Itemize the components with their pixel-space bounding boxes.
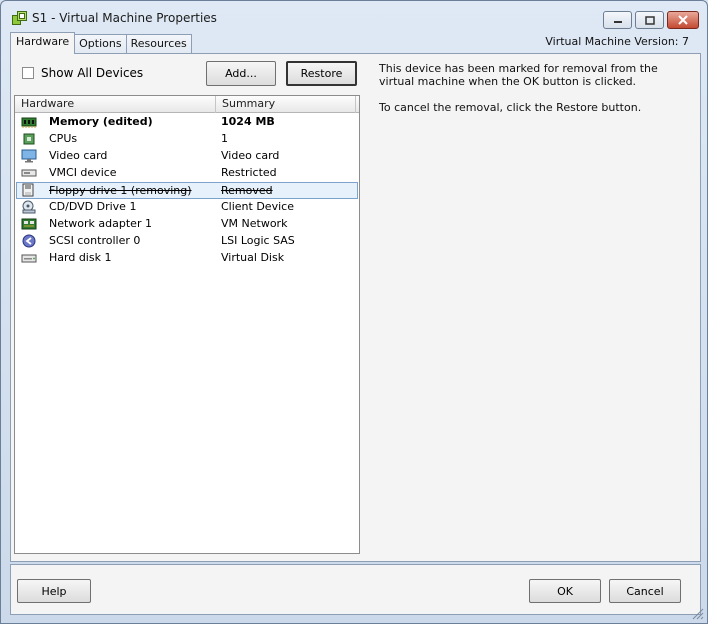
hardware-row-vmci-device[interactable]: VMCI device Restricted [16, 165, 358, 182]
show-all-devices-label[interactable]: Show All Devices [41, 66, 143, 80]
properties-window: S1 - Virtual Machine Properties Hardware… [0, 0, 708, 624]
hardware-row-hard-disk[interactable]: Hard disk 1 Virtual Disk [16, 250, 358, 267]
hardware-row-memory[interactable]: Memory (edited) 1024 MB [16, 114, 358, 131]
window-title: S1 - Virtual Machine Properties [32, 11, 217, 25]
cd-dvd-icon [22, 200, 36, 214]
floppy-drive-icon [22, 183, 34, 197]
maximize-button[interactable] [635, 11, 664, 29]
network-adapter-icon [21, 218, 37, 230]
hardware-row-cpus[interactable]: CPUs 1 [16, 131, 358, 148]
removal-notice: This device has been marked for removal … [379, 62, 658, 88]
maximize-icon [644, 15, 655, 25]
hardware-summary: Video card [221, 149, 280, 162]
scsi-controller-icon [22, 234, 36, 248]
ok-button[interactable]: OK [529, 579, 601, 603]
hardware-name: Hard disk 1 [49, 251, 112, 264]
vm-version-label: Virtual Machine Version: 7 [545, 35, 689, 48]
hardware-row-video-card[interactable]: Video card Video card [16, 148, 358, 165]
device-info-panel: This device has been marked for removal … [379, 62, 689, 127]
tab-resources[interactable]: Resources [125, 34, 192, 54]
hardware-summary: 1024 MB [221, 115, 275, 128]
hardware-name: Video card [49, 149, 108, 162]
hardware-summary: LSI Logic SAS [221, 234, 295, 247]
show-all-devices-checkbox[interactable] [22, 67, 34, 79]
hardware-name: CD/DVD Drive 1 [49, 200, 137, 213]
memory-icon [21, 117, 37, 128]
add-button[interactable]: Add... [206, 61, 276, 86]
minimize-icon [613, 21, 622, 23]
hardware-summary: Virtual Disk [221, 251, 285, 264]
hardware-summary: VM Network [221, 217, 288, 230]
hard-disk-icon [21, 254, 37, 263]
hardware-summary: Client Device [221, 200, 294, 213]
hardware-row-cd-dvd-drive[interactable]: CD/DVD Drive 1 Client Device [16, 199, 358, 216]
hardware-list[interactable]: Hardware Summary Memory (edited) 1024 MB [14, 95, 360, 554]
tab-strip: Hardware Options Resources [10, 32, 192, 54]
vm-app-icon [12, 11, 27, 25]
hardware-summary: Removed [221, 184, 273, 197]
resize-grip-icon[interactable] [690, 606, 704, 620]
vmci-device-icon [21, 169, 37, 177]
hardware-row-floppy-drive[interactable]: Floppy drive 1 (removing) Removed [16, 182, 358, 199]
hardware-name: Network adapter 1 [49, 217, 152, 230]
hardware-name: CPUs [49, 132, 78, 145]
hardware-summary: Restricted [221, 166, 277, 179]
tab-options[interactable]: Options [74, 34, 127, 54]
dialog-button-bar: Help OK Cancel [10, 564, 701, 615]
hardware-list-header: Hardware Summary [15, 96, 359, 113]
column-header-summary[interactable]: Summary [216, 96, 356, 113]
hardware-name: Floppy drive 1 (removing) [49, 184, 192, 197]
monitor-icon [21, 149, 37, 163]
column-header-hardware[interactable]: Hardware [15, 96, 216, 113]
cancel-button[interactable]: Cancel [609, 579, 681, 603]
hardware-name: VMCI device [49, 166, 117, 179]
close-icon [678, 15, 688, 25]
help-button[interactable]: Help [17, 579, 91, 603]
tab-hardware[interactable]: Hardware [10, 32, 76, 54]
hardware-name: Memory (edited) [49, 115, 153, 128]
hardware-name: SCSI controller 0 [49, 234, 141, 247]
hardware-panel: Show All Devices Add... Restore Hardware… [10, 53, 701, 562]
minimize-button[interactable] [603, 11, 632, 29]
title-bar[interactable]: S1 - Virtual Machine Properties [1, 1, 707, 33]
cpu-icon [23, 133, 35, 145]
close-button[interactable] [667, 11, 699, 29]
restore-button[interactable]: Restore [286, 61, 357, 86]
restore-hint: To cancel the removal, click the Restore… [379, 101, 642, 114]
hardware-summary: 1 [221, 132, 228, 145]
hardware-row-scsi-controller[interactable]: SCSI controller 0 LSI Logic SAS [16, 233, 358, 250]
hardware-row-network-adapter[interactable]: Network adapter 1 VM Network [16, 216, 358, 233]
